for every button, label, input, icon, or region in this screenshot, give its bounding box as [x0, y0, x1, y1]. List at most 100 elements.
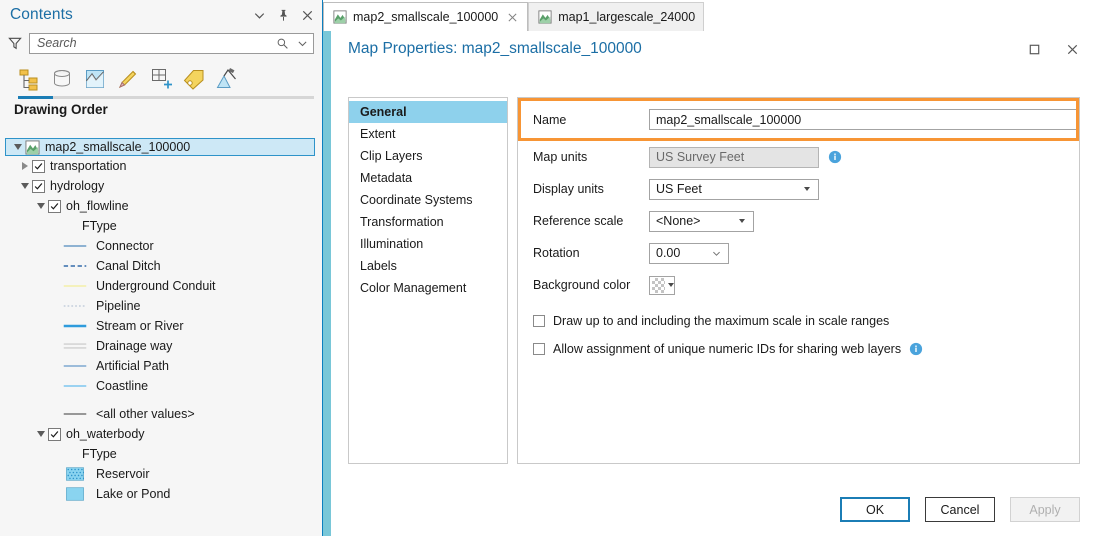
layer-tree-item-selected[interactable]: map2_smallscale_100000 [5, 138, 315, 156]
list-by-editing-icon[interactable] [116, 67, 140, 91]
expander-open-icon[interactable] [34, 431, 48, 437]
draw-max-scale-checkbox[interactable] [533, 315, 545, 327]
name-label: Name [533, 112, 567, 127]
expander-closed-icon[interactable] [18, 162, 32, 170]
background-color-label: Background color [533, 278, 631, 292]
layer-tree-item-label: Connector [96, 239, 154, 253]
layer-tree-item[interactable]: Reservoir [0, 464, 321, 484]
layer-tree-item[interactable]: Underground Conduit [0, 276, 321, 296]
expander-open-icon[interactable] [18, 183, 32, 189]
background-color-picker[interactable] [649, 275, 675, 295]
name-row: Name map2_smallscale_100000 [518, 98, 1079, 141]
contents-toolbar [0, 56, 322, 94]
reference-scale-dropdown[interactable]: <None> [649, 210, 754, 232]
layer-tree-item[interactable]: Stream or River [0, 316, 321, 336]
layer-tree-item[interactable]: Connector [0, 236, 321, 256]
symbol-swatch [60, 300, 90, 312]
cancel-button[interactable]: Cancel [925, 497, 995, 522]
dialog-nav-item-clip-layers[interactable]: Clip Layers [349, 145, 507, 167]
list-by-drawing-order-icon[interactable] [17, 67, 41, 91]
list-by-selection-icon[interactable] [83, 67, 107, 91]
list-by-labeling-icon[interactable] [182, 67, 206, 91]
layer-tree-item[interactable]: Lake or Pond [0, 484, 321, 504]
layer-tree-item-label: <all other values> [96, 407, 195, 421]
map-icon [25, 139, 40, 155]
document-tab-label: map1_largescale_24000 [558, 10, 696, 24]
layer-visibility-checkbox[interactable] [32, 159, 45, 173]
list-by-elevation-icon[interactable] [215, 67, 239, 91]
list-by-data-source-icon[interactable] [50, 67, 74, 91]
dialog-nav-list: General Extent Clip Layers Metadata Coordina… [348, 97, 508, 464]
map-name-input[interactable]: map2_smallscale_100000 [649, 109, 1079, 130]
search-input[interactable]: Search [29, 32, 314, 54]
dialog-close-button[interactable] [1065, 31, 1080, 67]
dialog-nav-item-labels[interactable]: Labels [349, 255, 507, 277]
dialog-nav-item-extent[interactable]: Extent [349, 123, 507, 145]
fill-symbol-swatch [66, 467, 84, 481]
unique-ids-row[interactable]: Allow assignment of unique numeric IDs f… [518, 338, 1079, 360]
layer-tree-item[interactable]: Canal Ditch [0, 256, 321, 276]
dialog-nav-item-transformation[interactable]: Transformation [349, 211, 507, 233]
dialog-nav-item-color-management[interactable]: Color Management [349, 277, 507, 299]
dialog-nav-item-metadata[interactable]: Metadata [349, 167, 507, 189]
funnel-icon[interactable] [7, 36, 23, 51]
chevron-down-icon[interactable] [296, 37, 309, 50]
layer-visibility-checkbox[interactable] [32, 179, 45, 193]
symbol-swatch [60, 360, 90, 372]
ok-button[interactable]: OK [840, 497, 910, 522]
layer-tree-item-label: transportation [50, 159, 127, 173]
dialog-footer: OK Cancel Apply [840, 497, 1080, 522]
pin-icon[interactable] [276, 8, 291, 23]
display-units-label: Display units [533, 182, 604, 196]
layer-tree-item[interactable]: Artificial Path [0, 356, 321, 376]
background-color-row: Background color [518, 269, 1079, 301]
display-units-dropdown[interactable]: US Feet [649, 178, 819, 200]
unique-ids-checkbox[interactable] [533, 343, 545, 355]
layer-visibility-checkbox[interactable] [48, 199, 61, 213]
layer-tree-item[interactable]: oh_waterbody [0, 424, 321, 444]
line-symbol-swatch [63, 245, 87, 247]
reference-scale-value: <None> [656, 214, 701, 228]
close-icon[interactable] [300, 8, 315, 23]
layer-tree-item-label: Canal Ditch [96, 259, 161, 273]
map-units-label: Map units [533, 150, 588, 164]
info-icon[interactable] [828, 150, 842, 164]
document-tab-active[interactable]: map2_smallscale_100000 [323, 2, 529, 31]
layer-tree-item[interactable]: transportation [0, 156, 321, 176]
line-symbol-swatch [63, 324, 87, 328]
draw-max-scale-label: Draw up to and including the maximum sca… [553, 314, 890, 328]
chevron-down-icon [804, 187, 810, 191]
tab-close-icon[interactable] [506, 11, 519, 24]
document-tab[interactable]: map1_largescale_24000 [528, 2, 705, 31]
line-symbol-swatch [63, 285, 87, 287]
rotation-input[interactable]: 0.00 [649, 242, 729, 264]
document-tab-label: map2_smallscale_100000 [353, 10, 499, 24]
draw-max-scale-row[interactable]: Draw up to and including the maximum sca… [518, 310, 1079, 332]
list-by-snapping-icon[interactable] [149, 67, 173, 91]
dialog-nav-item-illumination[interactable]: Illumination [349, 233, 507, 255]
layer-tree-item[interactable]: Coastline [0, 376, 321, 396]
dialog-nav-item-general[interactable]: General [349, 101, 507, 123]
layer-tree-item[interactable]: FType [0, 444, 321, 464]
line-symbol-swatch [63, 265, 87, 267]
dialog-title: Map Properties: map2_smallscale_100000 [348, 40, 642, 57]
layer-tree-item[interactable]: oh_flowline [0, 196, 321, 216]
layer-tree-item[interactable]: FType [0, 216, 321, 236]
symbol-swatch [60, 280, 90, 292]
line-symbol-swatch [63, 305, 87, 307]
chevron-down-icon[interactable] [252, 8, 267, 23]
magnifier-icon[interactable] [276, 37, 289, 50]
maximize-button[interactable] [1027, 31, 1042, 67]
info-icon[interactable] [909, 342, 923, 356]
dialog-nav-item-coordinate-systems[interactable]: Coordinate Systems [349, 189, 507, 211]
expander-open-icon[interactable] [34, 203, 48, 209]
layer-tree-item[interactable]: hydrology [0, 176, 321, 196]
layer-tree-item[interactable]: Pipeline [0, 296, 321, 316]
expander-open-icon[interactable] [11, 144, 25, 150]
layer-tree-item[interactable]: Drainage way [0, 336, 321, 356]
layer-tree-item[interactable]: <all other values> [0, 404, 321, 424]
reference-scale-label: Reference scale [533, 214, 624, 228]
layer-visibility-checkbox[interactable] [48, 427, 61, 441]
contents-toolbar-indicator [18, 96, 314, 99]
rotation-value: 0.00 [656, 246, 681, 260]
